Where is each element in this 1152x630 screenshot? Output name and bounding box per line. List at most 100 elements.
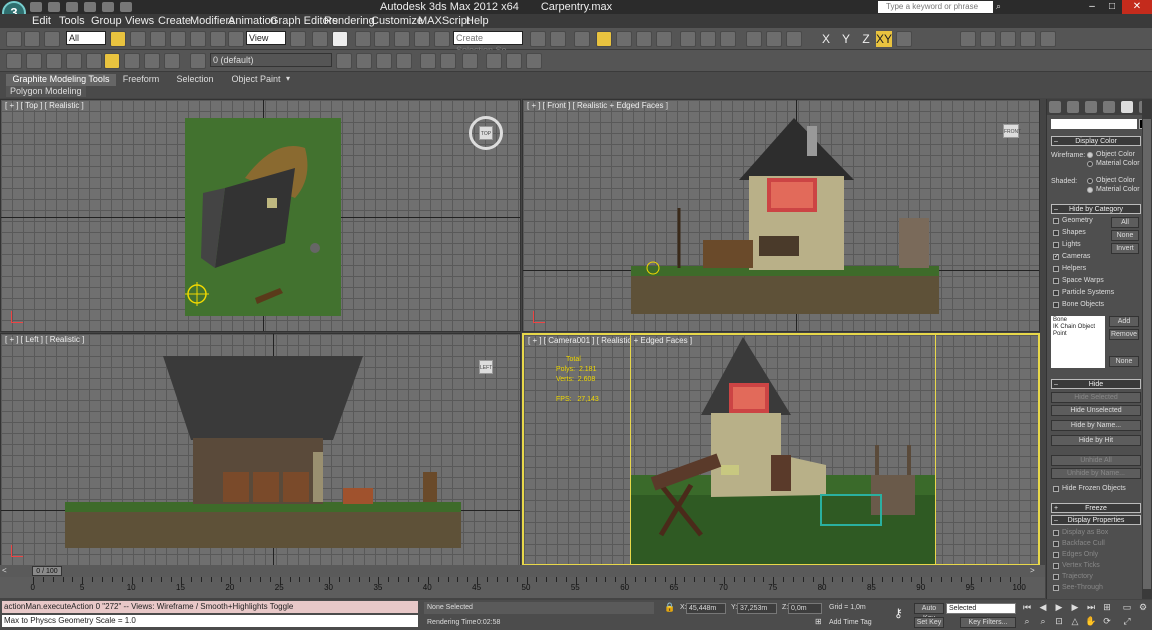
- go-to-start-icon[interactable]: ⏮: [1020, 602, 1034, 614]
- previous-frame-icon[interactable]: [486, 53, 502, 69]
- minimize-icon[interactable]: –: [1082, 0, 1102, 14]
- undo-icon[interactable]: [84, 2, 96, 12]
- display-property-checkbox[interactable]: [1053, 585, 1059, 591]
- viewcube-icon[interactable]: FRONT: [1003, 124, 1021, 138]
- shaded-object-color-radio[interactable]: [1087, 178, 1093, 184]
- category-none-button[interactable]: None: [1111, 230, 1139, 241]
- menu-tools[interactable]: Tools: [59, 15, 85, 27]
- graphite-modeling-tools-icon[interactable]: [616, 31, 632, 47]
- spinner-snap-icon[interactable]: [414, 31, 430, 47]
- new-layer-icon[interactable]: [190, 53, 206, 69]
- pan-view-icon[interactable]: ✋: [1084, 616, 1098, 628]
- axis-y-button[interactable]: Y: [838, 31, 854, 47]
- key-icon[interactable]: ⚷: [894, 606, 912, 620]
- play-animation-icon[interactable]: ▶: [1052, 602, 1066, 614]
- time-configuration-icon[interactable]: ⚙: [1136, 602, 1150, 614]
- link-icon[interactable]: [6, 31, 22, 47]
- category-checkbox[interactable]: [1053, 290, 1059, 296]
- rollout-display-properties[interactable]: – Display Properties: [1051, 515, 1141, 525]
- next-frame-icon[interactable]: [526, 53, 542, 69]
- key-mode-selected-dropdown[interactable]: Selected: [946, 603, 1016, 614]
- search-icon[interactable]: ⌕: [996, 1, 1008, 13]
- axis-constraint-flyout-icon[interactable]: [896, 31, 912, 47]
- time-slider-knob[interactable]: 0 / 100: [32, 566, 62, 576]
- list-item[interactable]: Bone: [1053, 317, 1103, 324]
- key-filters-button[interactable]: Key Filters...: [960, 617, 1016, 628]
- hierarchy-tab-icon[interactable]: [1085, 101, 1097, 113]
- search-input[interactable]: Type a keyword or phrase: [878, 1, 993, 13]
- time-slider-prev-icon[interactable]: <: [2, 566, 14, 576]
- maxscript-listener-output[interactable]: actionMan.executeAction 0 "272" -- Views…: [2, 601, 418, 613]
- orbit-icon[interactable]: ⟳: [1100, 616, 1114, 628]
- ribbon-options-icon[interactable]: ▾: [286, 74, 298, 84]
- unhide-all-button[interactable]: Unhide All: [1051, 455, 1141, 466]
- modify-tab-icon[interactable]: [1067, 101, 1079, 113]
- axis-z-button[interactable]: Z: [858, 31, 874, 47]
- zoom-all-icon[interactable]: ⌕: [1036, 616, 1050, 628]
- layer-manager-icon[interactable]: [596, 31, 612, 47]
- previous-frame-icon[interactable]: ◀: [1036, 602, 1050, 614]
- hide-by-hit-button[interactable]: Hide by Hit: [1051, 435, 1141, 446]
- rollout-hide[interactable]: – Hide: [1051, 379, 1141, 389]
- rollout-hide-by-category[interactable]: – Hide by Category: [1051, 204, 1141, 214]
- time-tag-icon[interactable]: ⊞: [815, 617, 825, 627]
- menu-customize[interactable]: Customize: [371, 15, 423, 27]
- lock-selection-icon[interactable]: 🔒: [664, 602, 676, 614]
- create-tab-icon[interactable]: [1049, 101, 1061, 113]
- viewport-label[interactable]: [ + ] [ Front ] [ Realistic + Edged Face…: [527, 101, 668, 110]
- zoom-icon[interactable]: ⌕: [1020, 616, 1034, 628]
- snaps-toggle-icon[interactable]: [355, 31, 371, 47]
- viewport-left[interactable]: [ + ] [ Left ] [ Realistic ] LEFT: [0, 333, 521, 566]
- category-checkbox[interactable]: [1053, 302, 1059, 308]
- select-bone-icon[interactable]: [144, 53, 160, 69]
- set-key-button[interactable]: Set Key: [914, 617, 944, 628]
- freeze-layer-icon[interactable]: [396, 53, 412, 69]
- extra-toolbar-icon-7[interactable]: [1040, 31, 1056, 47]
- scrollbar-thumb[interactable]: [1143, 119, 1151, 589]
- ribbon-panel-polygon-modeling[interactable]: Polygon Modeling: [6, 86, 86, 97]
- y-coordinate-input[interactable]: 37,253m: [737, 603, 777, 614]
- rendered-frame-window-icon[interactable]: [720, 31, 736, 47]
- extra-toolbar-icon-3[interactable]: [960, 31, 976, 47]
- region-select-icon[interactable]: [150, 31, 166, 47]
- menu-maxscript[interactable]: MAXScript: [418, 15, 470, 27]
- project-folder-icon[interactable]: [120, 2, 132, 12]
- redo-icon[interactable]: [102, 2, 114, 12]
- set-current-layer-icon[interactable]: [376, 53, 392, 69]
- hi-ik-icon[interactable]: [46, 53, 62, 69]
- hide-selected-button[interactable]: Hide Selected: [1051, 392, 1141, 403]
- bone-tool-icon[interactable]: [6, 53, 22, 69]
- curve-editor-icon[interactable]: [636, 31, 652, 47]
- tab-freeform[interactable]: Freeform: [118, 74, 164, 86]
- selection-filter-dropdown[interactable]: All: [66, 31, 106, 45]
- current-frame-field[interactable]: ▭: [1120, 602, 1134, 614]
- viewport-label[interactable]: [ + ] [ Top ] [ Realistic ]: [5, 101, 84, 110]
- hide-by-name-button[interactable]: Hide by Name...: [1051, 420, 1141, 431]
- category-checkbox-checked[interactable]: ✓: [1053, 254, 1059, 260]
- spline-ik-icon[interactable]: [86, 53, 102, 69]
- category-checkbox[interactable]: [1053, 242, 1059, 248]
- menu-group[interactable]: Group: [91, 15, 122, 27]
- named-selection-set-input[interactable]: Create Selection Se: [453, 31, 523, 55]
- render-setup-icon[interactable]: [700, 31, 716, 47]
- pivot-center-icon[interactable]: [290, 31, 306, 47]
- go-to-end-icon[interactable]: ⏭: [1084, 602, 1098, 614]
- percent-snap-icon[interactable]: [394, 31, 410, 47]
- unlink-icon[interactable]: [24, 31, 40, 47]
- command-panel-scrollbar[interactable]: [1142, 99, 1152, 599]
- schematic-view-icon[interactable]: [656, 31, 672, 47]
- category-list[interactable]: Bone IK Chain Object Point: [1051, 316, 1105, 368]
- add-time-tag-button[interactable]: Add Time Tag: [826, 617, 872, 629]
- extra-toolbar-icon-4[interactable]: [980, 31, 996, 47]
- tab-graphite-modeling-tools[interactable]: Graphite Modeling Tools: [6, 74, 116, 86]
- shaded-material-color-radio[interactable]: [1087, 187, 1093, 193]
- track-bar[interactable]: 0 5 10 15 20 25 30 35 40 45 50 55 60 65 70 75 80 85 90 95 10…: [0, 577, 1045, 598]
- bind-space-warp-icon[interactable]: [44, 31, 60, 47]
- maxscript-listener-input[interactable]: Max to Physcs Geometry Scale = 1.0: [2, 615, 418, 627]
- category-checkbox[interactable]: [1053, 266, 1059, 272]
- object-name-field[interactable]: [1051, 119, 1137, 129]
- rollout-freeze[interactable]: + Freeze: [1051, 503, 1141, 513]
- next-frame-icon[interactable]: ▶: [1068, 602, 1082, 614]
- move-icon[interactable]: [190, 31, 206, 47]
- axis-xy-button[interactable]: XY: [876, 31, 892, 47]
